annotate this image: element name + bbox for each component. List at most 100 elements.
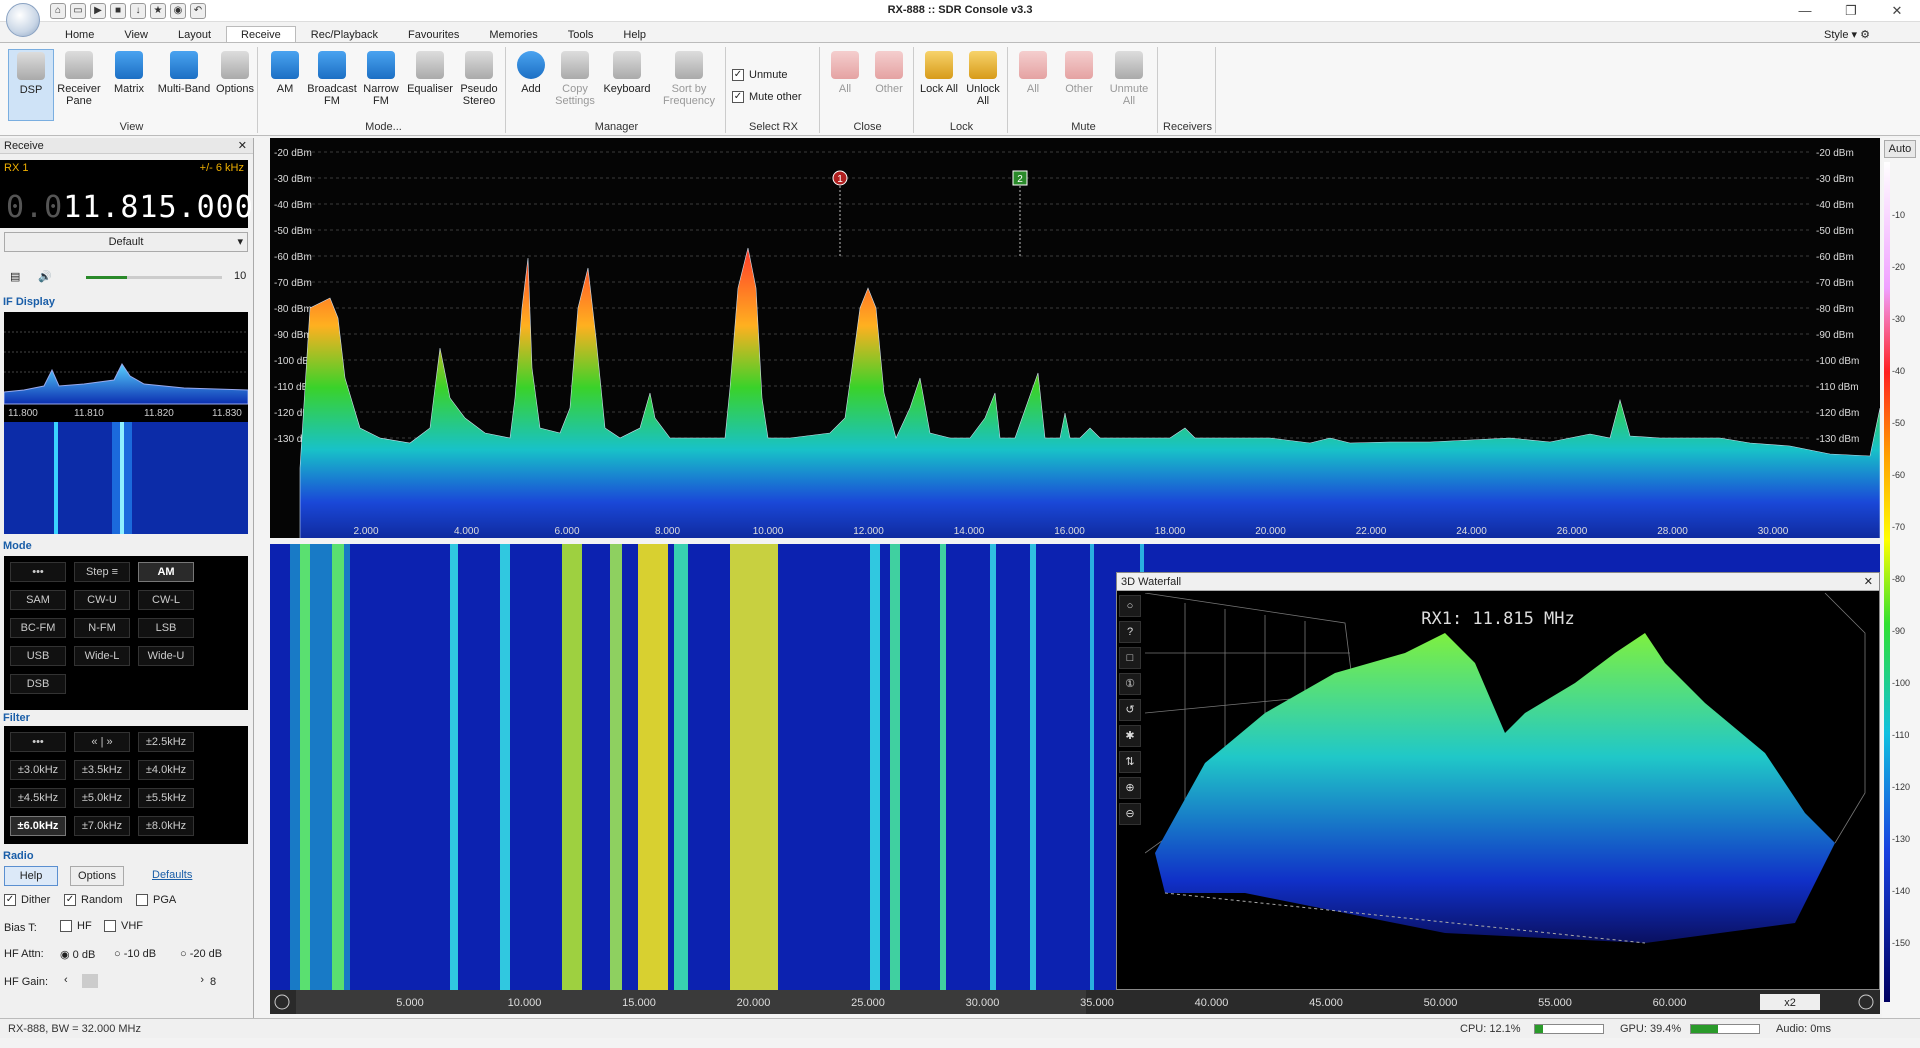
mode-dsb-button[interactable]: DSB [10, 674, 66, 694]
filter-4-0-button[interactable]: ±4.0kHz [138, 760, 194, 780]
attn-20db-radio[interactable]: ○ -20 dB [180, 948, 222, 960]
multi-band-button[interactable]: Multi-Band [156, 49, 212, 95]
mode-cwl-button[interactable]: CW-L [138, 590, 194, 610]
frequency-display[interactable]: RX 1 +/- 6 kHz 0.011.815.000 [0, 160, 253, 228]
receiver-pane-button[interactable]: Receiver Pane [56, 49, 102, 107]
mute-all-button[interactable]: All [1010, 49, 1056, 95]
add-button[interactable]: Add [508, 49, 554, 95]
auto-button[interactable]: Auto [1884, 140, 1916, 158]
lock-all-button[interactable]: Lock All [916, 49, 962, 95]
minimize-icon[interactable]: — [1782, 0, 1828, 22]
filter-2-5-button[interactable]: ±2.5kHz [138, 732, 194, 752]
spectrum-display[interactable]: -20 dBm -30 dBm -40 dBm -50 dBm -60 dBm -70 d… [270, 138, 1881, 559]
attn-10db-radio[interactable]: ○ -10 dB [114, 948, 156, 960]
unlock-all-button[interactable]: Unlock All [960, 49, 1006, 107]
filter-adjust-button[interactable]: « | » [74, 732, 130, 752]
swap-icon[interactable]: ⇅ [1119, 751, 1141, 773]
mute-other-checkbox[interactable]: ✓ Mute other [732, 91, 802, 104]
if-display-header[interactable]: IF Display [0, 294, 248, 310]
pseudo-stereo-button[interactable]: Pseudo Stereo [456, 49, 502, 107]
frequency-readout[interactable]: 0.011.815.000 [6, 190, 254, 225]
mode-header[interactable]: Mode [0, 538, 248, 554]
radio-header[interactable]: Radio [0, 848, 248, 864]
close-icon[interactable]: ✕ [1874, 0, 1920, 22]
filter-6-0-button[interactable]: ±6.0kHz [10, 816, 66, 836]
am-button[interactable]: AM [262, 49, 308, 95]
filter-7-0-button[interactable]: ±7.0kHz [74, 816, 130, 836]
help-button[interactable]: Help [4, 866, 58, 886]
zoom-out-icon[interactable]: ⊖ [1119, 803, 1141, 825]
close-icon[interactable]: ✕ [238, 138, 247, 154]
filter-more-button[interactable]: ••• [10, 732, 66, 752]
hf-gain-slider[interactable]: ‹ › [64, 974, 204, 990]
waterfall-frequency-axis[interactable]: 5.000 10.000 15.000 20.000 25.000 30.000 35.00… [270, 990, 1880, 1014]
dsp-button[interactable]: DSP [8, 49, 54, 121]
reset-icon[interactable]: ↺ [1119, 699, 1141, 721]
close-all-button[interactable]: All [822, 49, 868, 95]
equaliser-button[interactable]: Equaliser [404, 49, 456, 95]
mode-step-button[interactable]: Step ≡ [74, 562, 130, 582]
db-label-right: -120 dBm [1816, 408, 1859, 419]
sort-by-frequency-button[interactable]: Sort by Frequency [658, 49, 720, 107]
bias-vhf-checkbox[interactable]: VHF [104, 920, 143, 933]
zoom-in-icon[interactable]: ⊕ [1119, 777, 1141, 799]
mode-widel-button[interactable]: Wide-L [74, 646, 130, 666]
attn-0db-radio[interactable]: ◉ 0 dB [60, 948, 95, 961]
status-audio: Audio: 0ms [1776, 1023, 1832, 1035]
keyboard-button[interactable]: Keyboard [600, 49, 654, 95]
mode-cwu-button[interactable]: CW-U [74, 590, 130, 610]
group-label-mute: Mute [1071, 121, 1096, 133]
copy-settings-button[interactable]: Copy Settings [552, 49, 598, 107]
app-menu-orb[interactable] [6, 3, 40, 37]
narrow-fm-button[interactable]: Narrow FM [358, 49, 404, 107]
mode-more-button[interactable]: ••• [10, 562, 66, 582]
spectrum-freq-tick: 4.000 [454, 526, 479, 537]
mode-lsb-button[interactable]: LSB [138, 618, 194, 638]
mode-nfm-button[interactable]: N-FM [74, 618, 130, 638]
mute-other-button[interactable]: Other [1056, 49, 1102, 95]
filter-5-5-button[interactable]: ±5.5kHz [138, 788, 194, 808]
volume-slider[interactable] [86, 276, 222, 279]
filter-3-0-button[interactable]: ±3.0kHz [10, 760, 66, 780]
mode-am-button[interactable]: AM [138, 562, 194, 582]
zoom-factor[interactable]: x2 [1784, 997, 1796, 1009]
defaults-link[interactable]: Defaults [152, 869, 192, 881]
mode-usb-button[interactable]: USB [10, 646, 66, 666]
meter-icon[interactable]: ▤ [10, 270, 20, 283]
preset-dropdown[interactable]: Default ▾ [4, 232, 248, 252]
mode-bcfm-button[interactable]: BC-FM [10, 618, 66, 638]
close-icon[interactable]: ✕ [1864, 573, 1873, 591]
filter-4-5-button[interactable]: ±4.5kHz [10, 788, 66, 808]
matrix-button[interactable]: Matrix [106, 49, 152, 95]
speaker-mute-icon [1065, 51, 1093, 79]
ribbon-group-manager: Add Copy Settings Keyboard Sort by Frequ… [508, 47, 726, 133]
info-icon[interactable]: ① [1119, 673, 1141, 695]
waterfall-freq-tick: 40.000 [1195, 997, 1229, 1009]
restore-icon[interactable]: ❐ [1828, 0, 1874, 22]
speaker-icon[interactable]: 🔊 [38, 270, 52, 283]
unmute-checkbox[interactable]: ✓ Unmute [732, 69, 788, 82]
filter-5-0-button[interactable]: ±5.0kHz [74, 788, 130, 808]
bias-hf-checkbox[interactable]: HF [60, 920, 92, 933]
random-checkbox[interactable]: ✓ Random [64, 894, 123, 907]
options-panel-button[interactable]: Options [70, 866, 124, 886]
mode-section-label: Mode [3, 540, 32, 552]
close-other-button[interactable]: Other [866, 49, 912, 95]
level-colorbar[interactable]: Auto -10 -20 -30 -40 -50 -60 -70 -80 -90 -100 -110… [1882, 138, 1920, 1018]
frame-icon[interactable]: □ [1119, 647, 1141, 669]
filter-3-5-button[interactable]: ±3.5kHz [74, 760, 130, 780]
dither-checkbox[interactable]: ✓ Dither [4, 894, 50, 907]
mode-sam-button[interactable]: SAM [10, 590, 66, 610]
hf-attn-label: HF Attn: [4, 948, 44, 960]
pga-checkbox[interactable]: PGA [136, 894, 176, 907]
asterisk-icon[interactable]: ✱ [1119, 725, 1141, 747]
mode-wideu-button[interactable]: Wide-U [138, 646, 194, 666]
style-menu[interactable]: Style ▾ ⚙ [1824, 28, 1870, 41]
filter-8-0-button[interactable]: ±8.0kHz [138, 816, 194, 836]
unmute-all-button[interactable]: Unmute All [1104, 49, 1154, 107]
options-button[interactable]: Options [212, 49, 258, 95]
gain-thumb[interactable] [82, 974, 98, 988]
if-display[interactable]: 11.800 11.810 11.820 11.830 [3, 312, 249, 534]
broadcast-fm-button[interactable]: Broadcast FM [306, 49, 358, 107]
filter-header[interactable]: Filter [0, 710, 248, 726]
